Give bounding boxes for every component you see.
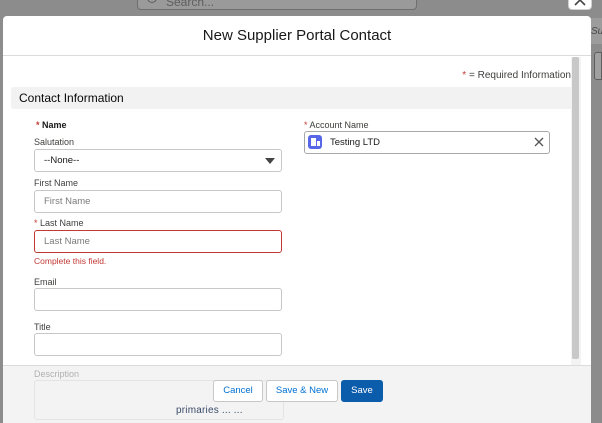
last-name-label-text: Last Name [40,218,84,228]
last-name-input[interactable]: Last Name [34,230,282,253]
required-marker: * [36,120,40,130]
global-search-input: Search... [137,0,417,10]
background-panel-edge [594,52,602,80]
close-icon [574,0,586,6]
background-link: primaries ... ... [176,405,243,416]
name-label-text: Name [42,120,67,130]
last-name-error: Complete this field. [34,256,107,266]
modal-scrollbar[interactable] [571,57,581,365]
account-name-label-text: Account Name [309,120,369,130]
new-contact-modal: New Supplier Portal Contact * = Required… [3,16,591,423]
salutation-value: --None-- [44,155,80,166]
cancel-button[interactable]: Cancel [213,380,263,402]
first-name-input[interactable]: First Name [34,190,282,213]
account-name-value: Testing LTD [330,137,380,148]
name-group-label: * Name [36,120,67,130]
required-marker: * [34,218,38,228]
modal-title: New Supplier Portal Contact [3,16,591,56]
save-button[interactable]: Save [341,380,383,402]
required-info-legend: * = Required Information [462,70,571,81]
modal-body: * = Required Information Contact Informa… [3,57,581,365]
modal-footer: Description Cancel Save & New Save [3,365,591,423]
background-tab-label: Su [591,26,602,37]
chevron-down-icon [265,158,275,164]
search-placeholder: Search... [166,0,215,9]
title-input[interactable] [34,333,282,356]
salutation-label: Salutation [34,137,75,147]
account-name-lookup[interactable]: Testing LTD [304,131,550,154]
scrollbar-thumb[interactable] [572,57,579,359]
section-header-contact-information[interactable]: Contact Information [11,87,575,109]
salutation-select[interactable]: --None-- [34,149,282,172]
close-modal-button[interactable] [568,0,592,10]
first-name-placeholder: First Name [44,196,91,207]
required-marker: * [462,70,467,81]
required-marker: * [304,120,308,130]
title-label: Title [34,322,51,332]
email-label: Email [34,277,57,287]
last-name-placeholder: Last Name [44,236,90,247]
first-name-label: First Name [34,178,79,188]
account-icon [308,135,322,149]
email-input[interactable] [34,288,282,311]
remove-icon[interactable] [534,137,544,147]
description-label: Description [34,369,80,379]
account-name-label: * Account Name [304,120,369,130]
last-name-label: * Last Name [34,218,84,228]
required-info-text: = Required Information [468,70,571,81]
save-and-new-button[interactable]: Save & New [266,380,338,402]
search-icon [147,0,157,3]
